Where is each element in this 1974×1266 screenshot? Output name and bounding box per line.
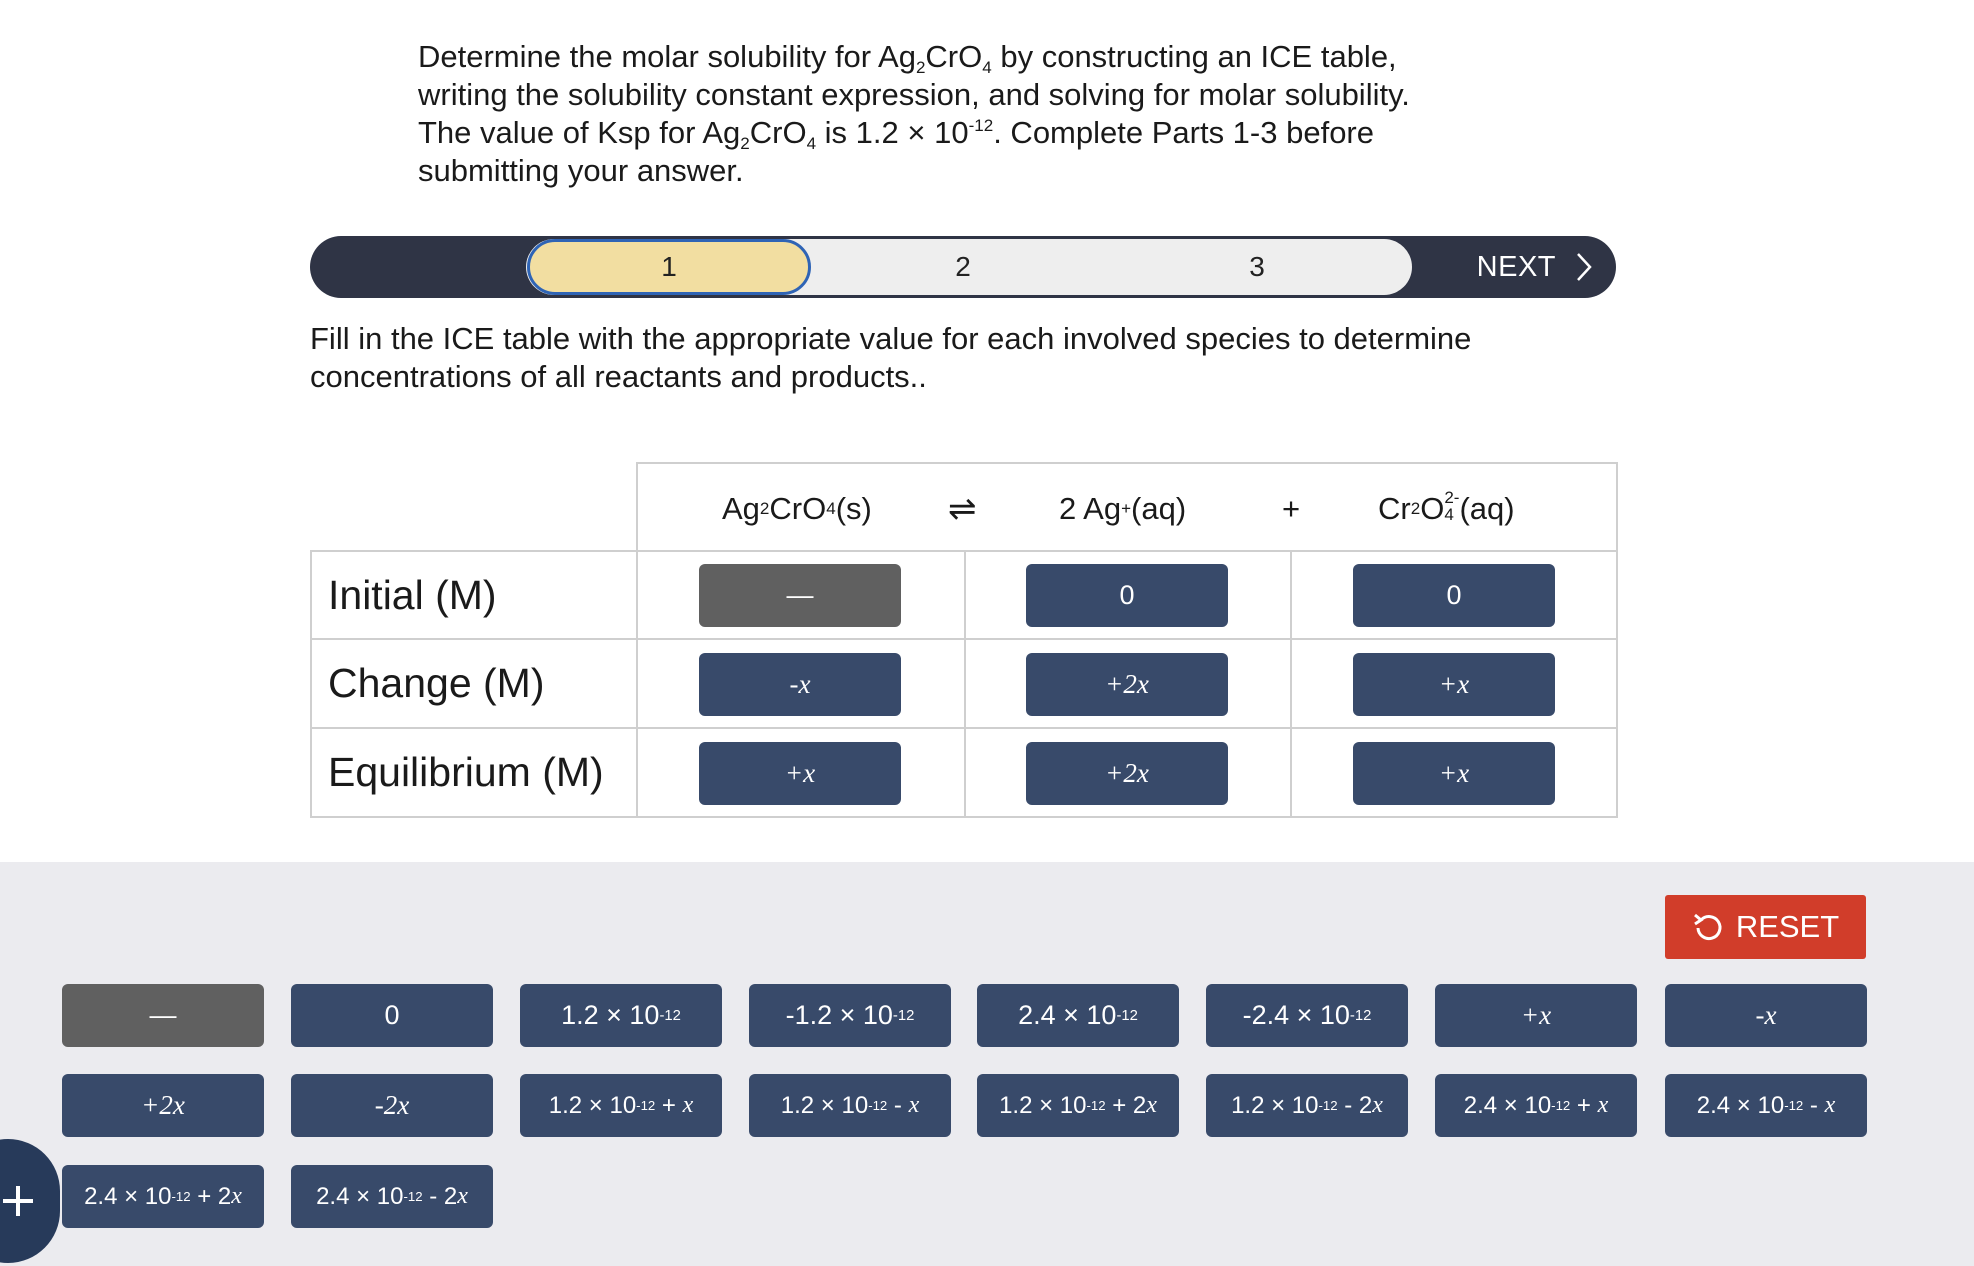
bank-tile-zero[interactable]: 0 xyxy=(291,984,493,1047)
placed-tile-initial-product1[interactable]: 0 xyxy=(1026,564,1228,627)
reaction-header: Ag 2 CrO 4 (s) ⇌ 2 Ag + (aq) + Cr 2 O 2- 4 (aq) xyxy=(636,462,1618,552)
instruction-text: Fill in the ICE table with the appropria… xyxy=(310,321,1472,394)
placed-tile-change-product1[interactable]: +2x xyxy=(1026,653,1228,716)
bank-tile-dash[interactable]: — xyxy=(62,984,264,1047)
placed-tile-change-reactant[interactable]: -x xyxy=(699,653,901,716)
bank-tile-2.4e-12-minus-2x[interactable]: 2.4 × 10 -12 - 2x xyxy=(291,1165,493,1228)
bank-tile-2.4e-12-plus-x[interactable]: 2.4 × 10 -12 + x xyxy=(1435,1074,1637,1137)
reset-label: RESET xyxy=(1735,909,1840,944)
bank-tile-minus-2x[interactable]: -2x xyxy=(291,1074,493,1137)
part-stepper: 1 2 3 NEXT xyxy=(310,236,1616,298)
bank-tile-minus-x[interactable]: -x xyxy=(1665,984,1867,1047)
bank-tile-1.2e-12[interactable]: 1.2 × 10 -12 xyxy=(520,984,722,1047)
plus-sign: + xyxy=(1282,491,1301,526)
placed-tile-change-product2[interactable]: +x xyxy=(1353,653,1555,716)
bank-tile-plus-x[interactable]: +x xyxy=(1435,984,1637,1047)
row-label-change: Change (M) xyxy=(310,638,638,729)
bank-tile-2.4e-12[interactable]: 2.4 × 10 -12 xyxy=(977,984,1179,1047)
bank-tile-1.2e-12-plus-2x[interactable]: 1.2 × 10 -12 + 2x xyxy=(977,1074,1179,1137)
reset-button[interactable]: RESET xyxy=(1665,895,1866,959)
bank-tile-neg-2.4e-12[interactable]: -2.4 × 10 -12 xyxy=(1206,984,1408,1047)
undo-icon xyxy=(1693,913,1722,941)
bank-tile-1.2e-12-plus-x[interactable]: 1.2 × 10 -12 + x xyxy=(520,1074,722,1137)
placed-tile-initial-product2[interactable]: 0 xyxy=(1353,564,1555,627)
step-2[interactable]: 2 xyxy=(821,239,1105,295)
row-label-initial: Initial (M) xyxy=(310,550,638,640)
next-label: NEXT xyxy=(1476,250,1556,283)
bank-tile-1.2e-12-minus-2x[interactable]: 1.2 × 10 -12 - 2x xyxy=(1206,1074,1408,1137)
question-prompt: Determine the molar solubility for Ag2Cr… xyxy=(418,39,1410,188)
reactant-formula: Ag 2 CrO 4 (s) xyxy=(722,491,872,526)
product-2-formula: Cr 2 O 2- 4 (aq) xyxy=(1378,487,1515,526)
step-1[interactable]: 1 xyxy=(527,239,811,295)
bank-tile-1.2e-12-minus-x[interactable]: 1.2 × 10 -12 - x xyxy=(749,1074,951,1137)
step-3[interactable]: 3 xyxy=(1115,239,1399,295)
row-label-equilibrium: Equilibrium (M) xyxy=(310,727,638,818)
placed-tile-initial-reactant[interactable]: — xyxy=(699,564,901,627)
bank-tile-plus-2x[interactable]: +2x xyxy=(62,1074,264,1137)
next-button[interactable]: NEXT xyxy=(1477,236,1592,298)
equilibrium-arrow: ⇌ xyxy=(948,490,977,528)
bank-tile-2.4e-12-minus-x[interactable]: 2.4 × 10 -12 - x xyxy=(1665,1074,1867,1137)
bank-tile-2.4e-12-plus-2x[interactable]: 2.4 × 10 -12 + 2x xyxy=(62,1165,264,1228)
placed-tile-equilibrium-product1[interactable]: +2x xyxy=(1026,742,1228,805)
placed-tile-equilibrium-reactant[interactable]: +x xyxy=(699,742,901,805)
plus-icon xyxy=(3,1186,33,1216)
bank-tile-neg-1.2e-12[interactable]: -1.2 × 10 -12 xyxy=(749,984,951,1047)
chevron-right-icon xyxy=(1577,253,1592,281)
placed-tile-equilibrium-product2[interactable]: +x xyxy=(1353,742,1555,805)
product-1-formula: 2 Ag + (aq) xyxy=(1059,491,1187,526)
